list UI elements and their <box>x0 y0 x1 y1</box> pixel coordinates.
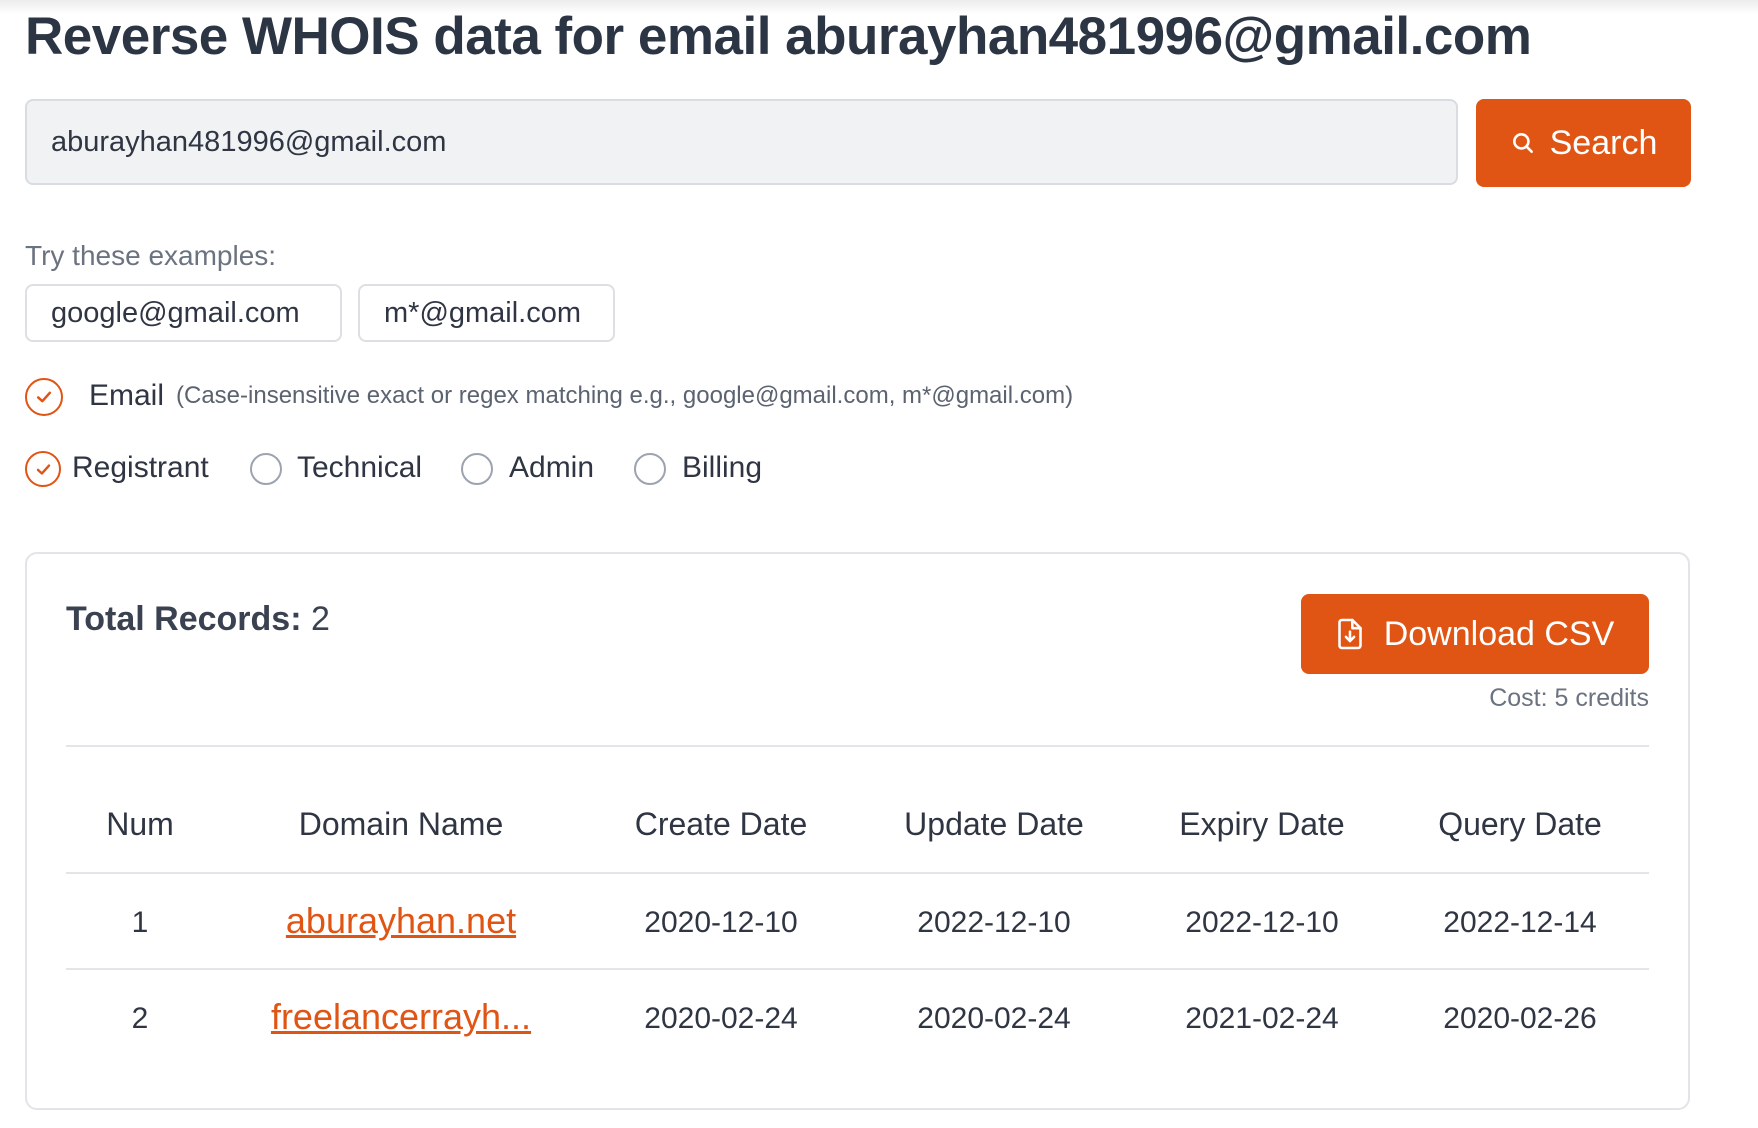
page-title: Reverse WHOIS data for email aburayhan48… <box>25 7 1532 66</box>
update-date-cell: 2020-02-24 <box>917 1002 1071 1035</box>
header-divider <box>66 745 1649 747</box>
query-date-cell: 2022-12-14 <box>1443 906 1597 939</box>
check-icon <box>36 463 50 475</box>
column-header-query-date: Query Date <box>1438 806 1602 842</box>
admin-checkbox[interactable] <box>461 453 493 485</box>
technical-option-label: Technical <box>297 451 423 484</box>
email-option-label: Email <box>89 379 165 412</box>
download-csv-label: Download CSV <box>1383 614 1615 653</box>
create-date-cell: 2020-02-24 <box>644 1002 798 1035</box>
total-records: Total Records: 2 <box>66 600 330 639</box>
registrant-option-label: Registrant <box>72 451 209 484</box>
column-header-create-date: Create Date <box>634 806 808 842</box>
row-divider <box>66 968 1649 970</box>
check-icon <box>36 391 52 403</box>
file-download-icon <box>1337 618 1362 650</box>
domain-link[interactable]: freelancerrayh... <box>271 996 531 1037</box>
technical-checkbox[interactable] <box>250 453 282 485</box>
search-icon <box>1512 133 1533 153</box>
billing-option-label: Billing <box>682 451 763 484</box>
column-header-num: Num <box>106 806 174 842</box>
total-records-label: Total Records: <box>66 600 302 638</box>
download-csv-button[interactable]: Download CSV <box>1301 594 1649 674</box>
column-header-domain: Domain Name <box>298 806 504 842</box>
domain-cell: freelancerrayh... <box>234 996 568 1038</box>
email-checkbox[interactable] <box>25 378 63 416</box>
row-num: 1 <box>131 906 149 939</box>
total-records-value: 2 <box>310 600 330 638</box>
billing-checkbox[interactable] <box>634 453 666 485</box>
update-date-cell: 2022-12-10 <box>917 906 1071 939</box>
domain-link[interactable]: aburayhan.net <box>286 900 516 941</box>
domain-cell: aburayhan.net <box>234 900 568 942</box>
examples-label: Try these examples: <box>25 240 277 271</box>
search-button[interactable]: Search <box>1476 99 1691 187</box>
expiry-date-cell: 2021-02-24 <box>1185 1002 1339 1035</box>
admin-option-label: Admin <box>509 451 595 484</box>
column-header-update-date: Update Date <box>904 806 1084 842</box>
cost-label: Cost: 5 credits <box>1489 684 1649 712</box>
create-date-cell: 2020-12-10 <box>644 906 798 939</box>
row-num: 2 <box>131 1002 149 1035</box>
example-chip-1[interactable]: google@gmail.com <box>25 284 342 342</box>
example-chip-2[interactable]: m*@gmail.com <box>358 284 615 342</box>
email-option-hint: (Case-insensitive exact or regex matchin… <box>176 382 1074 409</box>
search-button-label: Search <box>1549 123 1658 162</box>
registrant-checkbox[interactable] <box>25 451 61 487</box>
table-divider <box>66 872 1649 874</box>
column-header-expiry-date: Expiry Date <box>1179 806 1345 842</box>
search-input[interactable] <box>25 99 1458 185</box>
query-date-cell: 2020-02-26 <box>1443 1002 1597 1035</box>
expiry-date-cell: 2022-12-10 <box>1185 906 1339 939</box>
